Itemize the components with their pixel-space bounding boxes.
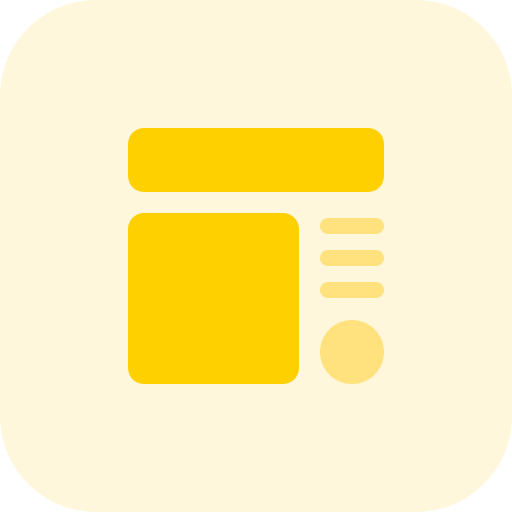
circle-shape [320,320,384,384]
text-line-shape [320,282,384,298]
content-panel-shape [128,213,299,384]
icon-tile [0,0,512,512]
header-bar-shape [128,128,384,192]
text-line-shape [320,250,384,266]
text-line-shape [320,218,384,234]
